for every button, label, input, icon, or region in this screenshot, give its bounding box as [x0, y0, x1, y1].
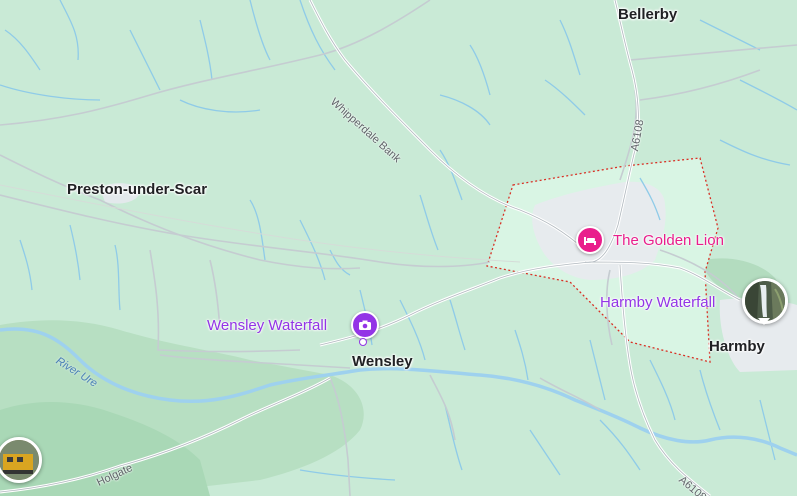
wensley-waterfall-label[interactable]: Wensley Waterfall	[207, 317, 327, 334]
wensley-waterfall-marker[interactable]	[351, 311, 379, 339]
place-label-preston-under-scar[interactable]: Preston-under-Scar	[67, 181, 207, 198]
place-label-wensley[interactable]: Wensley	[352, 353, 413, 370]
wensley-waterfall-location-dot	[359, 338, 367, 346]
golden-lion-marker[interactable]	[576, 226, 604, 254]
bed-icon	[584, 237, 596, 245]
golden-lion-label[interactable]: The Golden Lion	[613, 232, 724, 249]
waterfall-photo-thumbnail	[745, 281, 785, 321]
place-label-bellerby[interactable]: Bellerby	[618, 6, 677, 23]
place-label-harmby[interactable]: Harmby	[709, 338, 765, 355]
map-canvas[interactable]: Bellerby Preston-under-Scar Wensley Harm…	[0, 0, 797, 496]
harmby-waterfall-label[interactable]: Harmby Waterfall	[600, 294, 715, 311]
train-photo-thumbnail	[0, 440, 39, 480]
camera-icon	[359, 320, 371, 330]
photo-marker-pointer	[758, 318, 770, 325]
